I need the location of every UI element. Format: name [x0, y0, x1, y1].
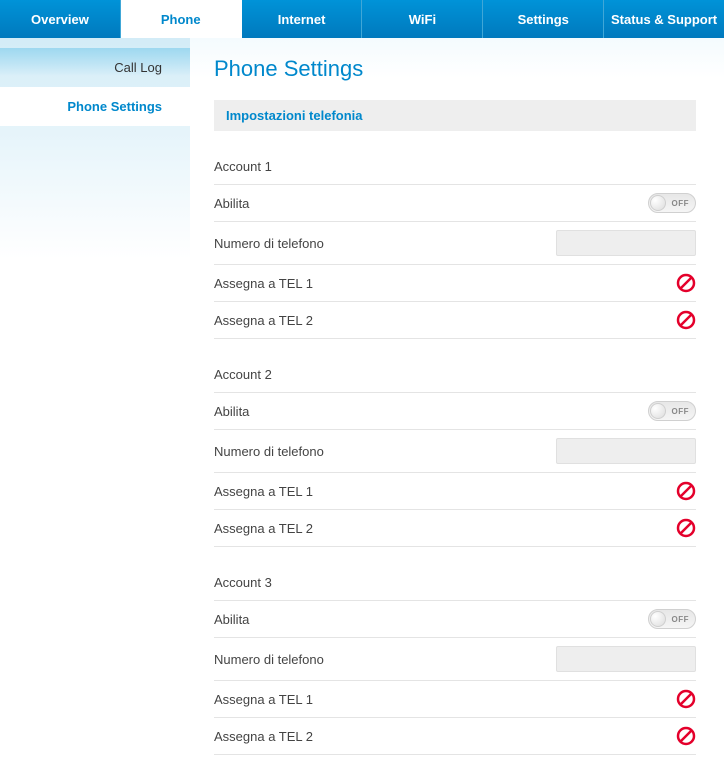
- row-label-enable: Abilita: [214, 196, 249, 211]
- top-nav: Overview Phone Internet WiFi Settings St…: [0, 0, 724, 38]
- phone-number-input[interactable]: [556, 646, 696, 672]
- account-block: Account 1 Abilita OFF Numero di telefono…: [214, 153, 696, 339]
- row-label-assign-tel2: Assegna a TEL 2: [214, 521, 313, 536]
- toggle-knob: [650, 195, 666, 211]
- row-label-assign-tel1: Assegna a TEL 1: [214, 692, 313, 707]
- row-assign-tel2: Assegna a TEL 2: [214, 302, 696, 339]
- main-content: Phone Settings Impostazioni telefonia Ac…: [190, 38, 724, 775]
- row-label-assign-tel2: Assegna a TEL 2: [214, 313, 313, 328]
- account-title: Account 2: [214, 361, 696, 393]
- toggle-knob: [650, 403, 666, 419]
- row-assign-tel1: Assegna a TEL 1: [214, 681, 696, 718]
- tab-internet[interactable]: Internet: [242, 0, 363, 38]
- account-title: Account 3: [214, 569, 696, 601]
- tab-phone[interactable]: Phone: [121, 0, 242, 38]
- sidebar-item-label: Phone Settings: [67, 99, 162, 114]
- tab-settings[interactable]: Settings: [483, 0, 604, 38]
- tab-label: Internet: [278, 12, 326, 27]
- forbidden-icon: [676, 518, 696, 538]
- forbidden-icon: [676, 726, 696, 746]
- toggle-state-text: OFF: [672, 407, 690, 416]
- toggle-enable[interactable]: OFF: [648, 193, 696, 213]
- toggle-state-text: OFF: [672, 199, 690, 208]
- row-label-assign-tel1: Assegna a TEL 1: [214, 276, 313, 291]
- tab-label: Overview: [31, 12, 89, 27]
- row-assign-tel1: Assegna a TEL 1: [214, 265, 696, 302]
- row-enable: Abilita OFF: [214, 601, 696, 638]
- row-label-enable: Abilita: [214, 612, 249, 627]
- toggle-state-text: OFF: [672, 615, 690, 624]
- tab-status-support[interactable]: Status & Support: [604, 0, 724, 38]
- row-label-assign-tel2: Assegna a TEL 2: [214, 729, 313, 744]
- tab-wifi[interactable]: WiFi: [362, 0, 483, 38]
- row-enable: Abilita OFF: [214, 185, 696, 222]
- forbidden-icon: [676, 310, 696, 330]
- tab-label: Phone: [161, 12, 201, 27]
- page-title: Phone Settings: [214, 56, 696, 82]
- sidebar-item-call-log[interactable]: Call Log: [0, 48, 190, 87]
- tab-overview[interactable]: Overview: [0, 0, 121, 38]
- row-phone-number: Numero di telefono: [214, 430, 696, 473]
- forbidden-icon: [676, 273, 696, 293]
- sidebar: Call Log Phone Settings: [0, 38, 190, 775]
- row-phone-number: Numero di telefono: [214, 222, 696, 265]
- forbidden-icon: [676, 689, 696, 709]
- row-assign-tel1: Assegna a TEL 1: [214, 473, 696, 510]
- forbidden-icon: [676, 481, 696, 501]
- row-label-phone-number: Numero di telefono: [214, 444, 324, 459]
- row-label-enable: Abilita: [214, 404, 249, 419]
- row-enable: Abilita OFF: [214, 393, 696, 430]
- sidebar-item-label: Call Log: [114, 60, 162, 75]
- row-label-assign-tel1: Assegna a TEL 1: [214, 484, 313, 499]
- toggle-enable[interactable]: OFF: [648, 609, 696, 629]
- tab-label: Settings: [518, 12, 569, 27]
- phone-number-input[interactable]: [556, 230, 696, 256]
- tab-label: Status & Support: [611, 12, 717, 27]
- account-block: Account 2 Abilita OFF Numero di telefono…: [214, 361, 696, 547]
- toggle-enable[interactable]: OFF: [648, 401, 696, 421]
- row-label-phone-number: Numero di telefono: [214, 236, 324, 251]
- toggle-knob: [650, 611, 666, 627]
- account-title: Account 1: [214, 153, 696, 185]
- row-phone-number: Numero di telefono: [214, 638, 696, 681]
- row-label-phone-number: Numero di telefono: [214, 652, 324, 667]
- account-block: Account 3 Abilita OFF Numero di telefono…: [214, 569, 696, 755]
- phone-number-input[interactable]: [556, 438, 696, 464]
- row-assign-tel2: Assegna a TEL 2: [214, 718, 696, 755]
- row-assign-tel2: Assegna a TEL 2: [214, 510, 696, 547]
- tab-label: WiFi: [409, 12, 436, 27]
- sidebar-item-phone-settings[interactable]: Phone Settings: [0, 87, 190, 126]
- section-header: Impostazioni telefonia: [214, 100, 696, 131]
